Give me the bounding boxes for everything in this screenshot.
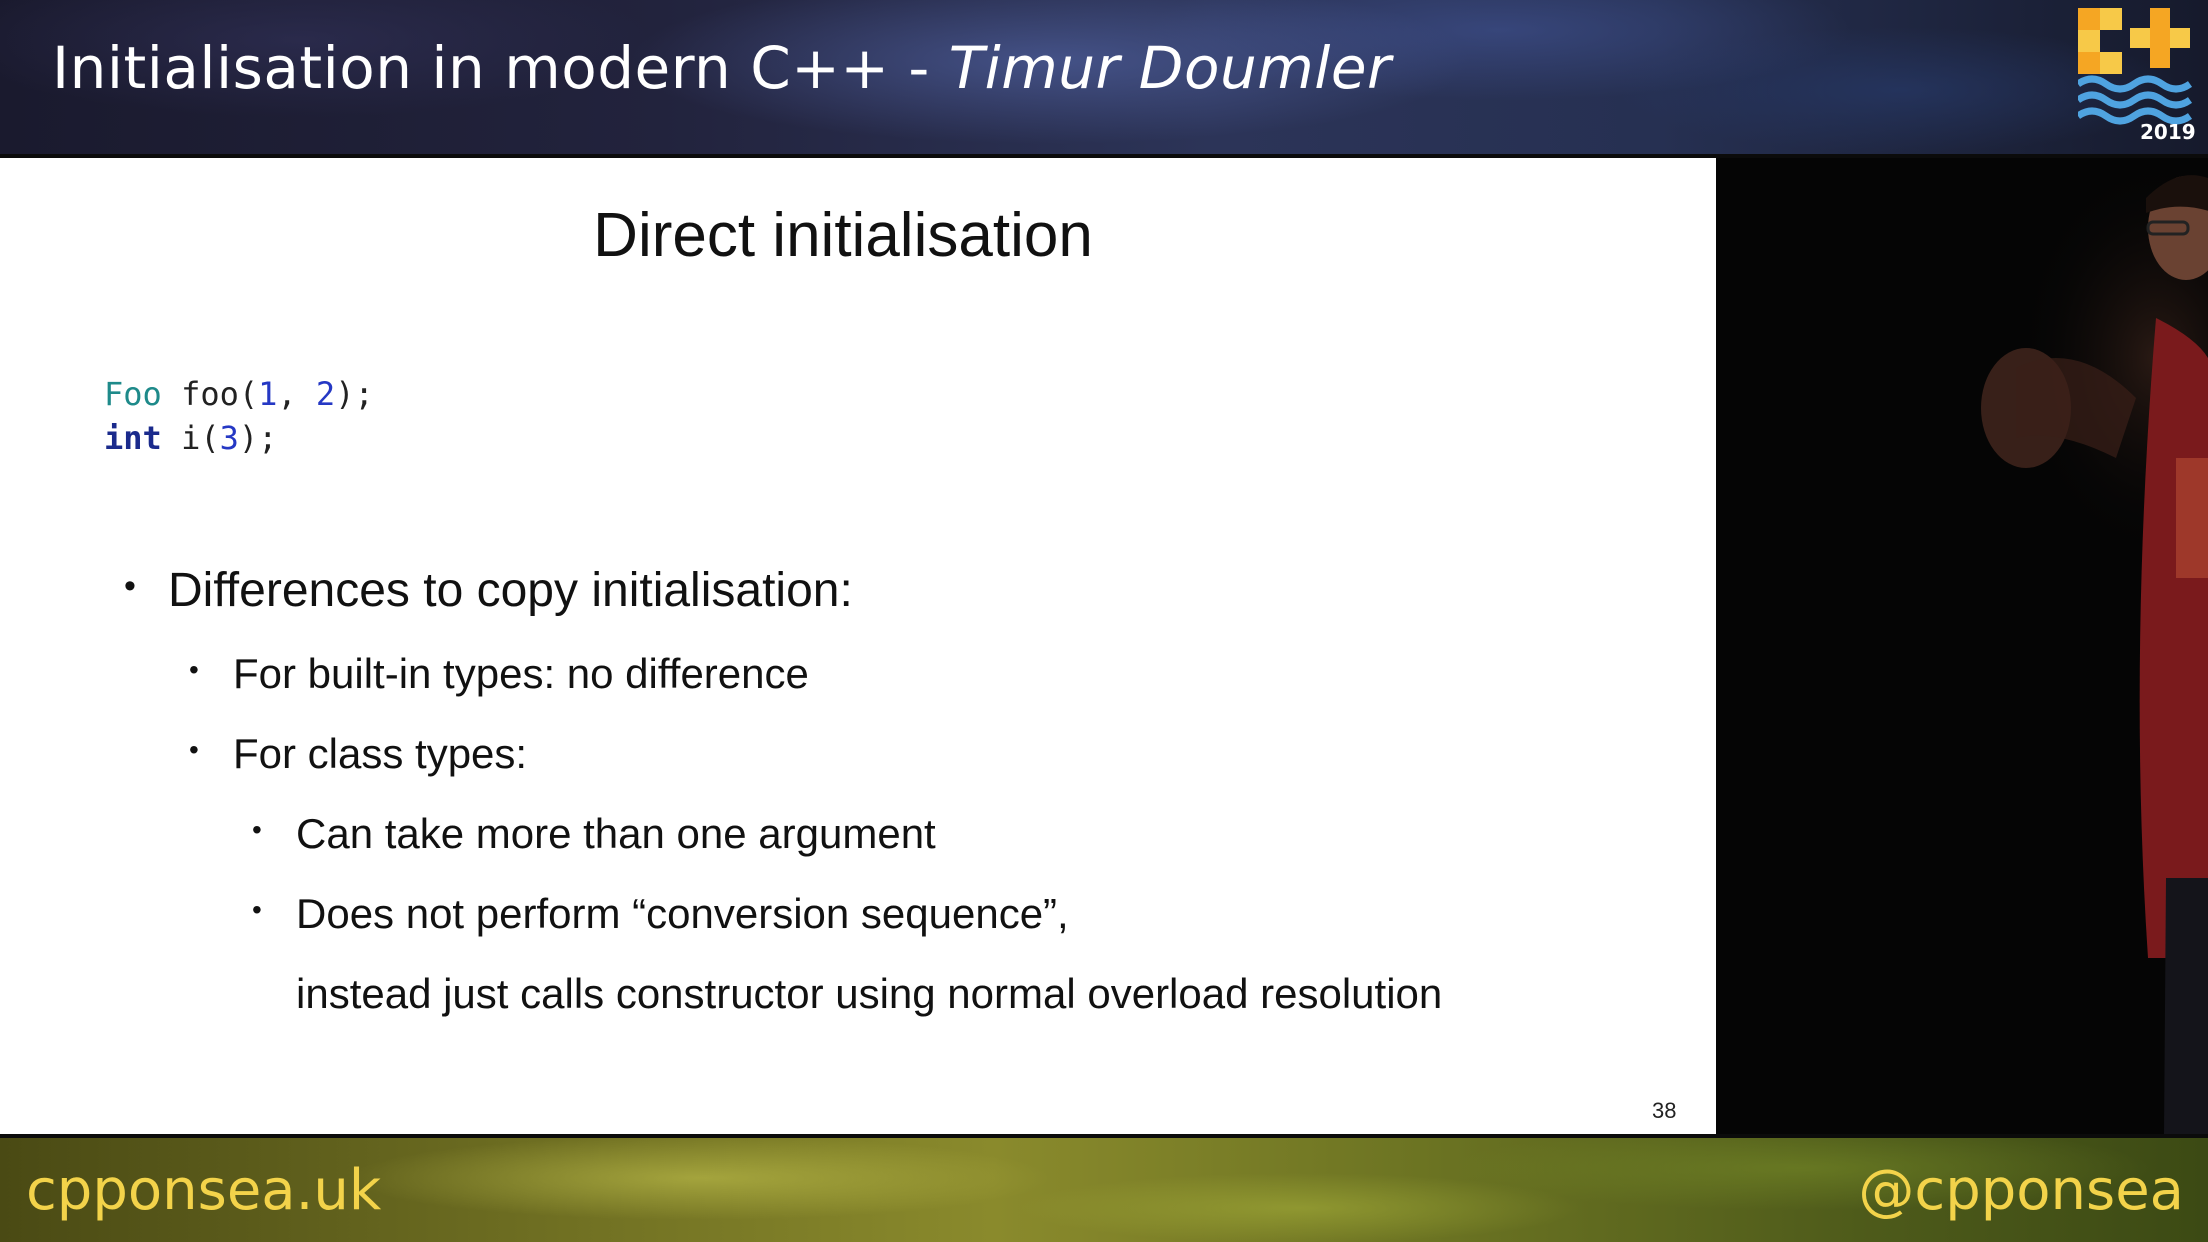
bullet-text: instead just calls constructor using nor… <box>296 970 1443 1017</box>
footer-banner: cpponsea.uk @cpponsea <box>0 1134 2208 1242</box>
speaker-silhouette-icon <box>1981 158 2208 1134</box>
code-token: ); <box>238 419 278 457</box>
slide-title: Direct initialisation <box>593 201 1093 270</box>
bullet-level-3: • Does not perform “conversion sequence”… <box>252 890 1069 938</box>
code-token: 1 <box>258 375 278 413</box>
conference-handle: @cpponsea <box>1858 1158 2184 1223</box>
code-token: Foo <box>104 375 162 413</box>
conference-website: cpponsea.uk <box>26 1158 382 1223</box>
code-line-1: Foo foo(1, 2); <box>104 372 374 416</box>
speaker-video <box>1716 158 2208 1134</box>
code-token: int <box>104 419 162 457</box>
bullet-dot-icon: • <box>252 814 262 845</box>
bullet-text: For built-in types: no difference <box>233 650 809 697</box>
slide: Direct initialisation Foo foo(1, 2); int … <box>0 158 1716 1134</box>
bullet-dot-icon: • <box>189 734 199 765</box>
code-token: , <box>277 375 316 413</box>
code-token: 3 <box>219 419 239 457</box>
logo-year: 2019 <box>2140 120 2196 144</box>
bullet-text: Does not perform “conversion sequence”, <box>296 890 1069 937</box>
bullet-dot-icon: • <box>124 567 136 605</box>
talk-title-text: Initialisation in modern C++ - <box>52 34 949 102</box>
talk-title: Initialisation in modern C++ - Timur Dou… <box>52 34 1391 102</box>
bullet-level-2: • For class types: <box>189 730 528 778</box>
code-line-2: int i(3); <box>104 416 374 460</box>
code-block: Foo foo(1, 2); int i(3); <box>104 372 374 460</box>
code-token: 2 <box>315 375 336 413</box>
bullet-dot-icon: • <box>189 654 199 685</box>
slide-page-number: 38 <box>1652 1098 1677 1123</box>
bullet-level-2: • For built-in types: no difference <box>189 650 809 698</box>
code-token: ); <box>335 375 374 413</box>
bullet-text: Differences to copy initialisation: <box>168 564 853 617</box>
bullet-text: For class types: <box>233 730 528 777</box>
speaker-name: Timur Doumler <box>948 34 1392 102</box>
bullet-level-3: • Can take more than one argument <box>252 810 936 858</box>
header-banner: Initialisation in modern C++ - Timur Dou… <box>0 0 2208 158</box>
bullet-text: Can take more than one argument <box>296 810 936 857</box>
code-token: foo( <box>161 375 259 413</box>
bullet-continuation: instead just calls constructor using nor… <box>296 970 1442 1018</box>
bullet-dot-icon: • <box>252 894 262 925</box>
code-token: i( <box>161 419 220 457</box>
bullet-level-1: • Differences to copy initialisation: <box>124 563 853 618</box>
